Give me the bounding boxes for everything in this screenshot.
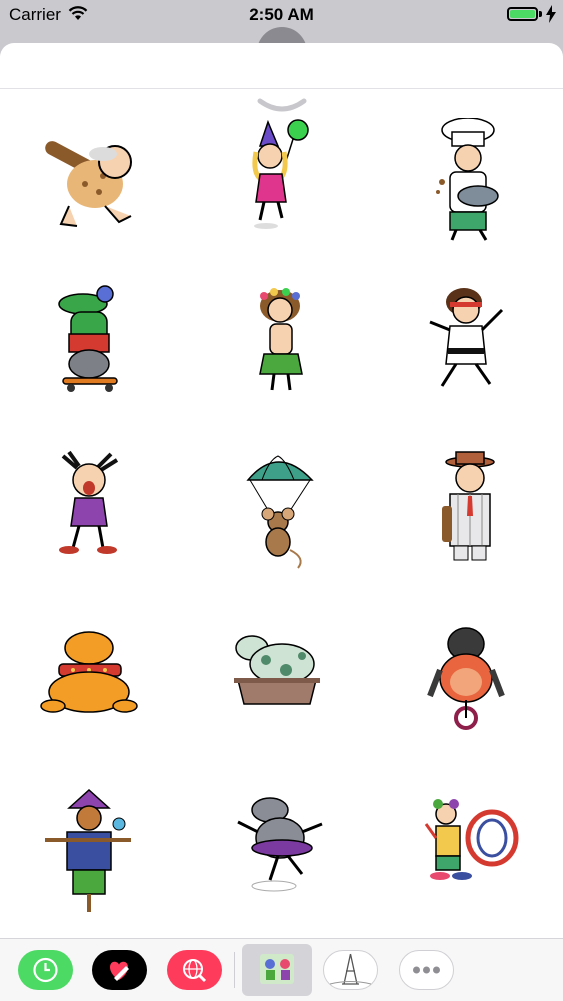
battery-icon <box>507 7 538 21</box>
heart-hand-icon <box>110 961 129 981</box>
sticker-dog-in-pot[interactable] <box>222 622 342 752</box>
sticker-crocodile-skateboard[interactable] <box>33 282 153 412</box>
sticker-pack-icon <box>260 954 294 984</box>
app-images-search-button[interactable] <box>167 950 222 990</box>
app-drawer-separator <box>234 952 235 988</box>
clock-time: 2:50 AM <box>249 5 314 24</box>
app-digital-touch-button[interactable] <box>92 950 147 990</box>
globe-search-icon <box>183 959 207 983</box>
charging-bolt-icon <box>546 5 556 23</box>
sticker-screaming-girl[interactable] <box>33 450 153 580</box>
clock-icon <box>33 957 58 983</box>
eiffel-tower-icon <box>329 953 372 985</box>
sticker-parachute-mouse[interactable] <box>222 450 342 580</box>
battery-tip <box>539 11 542 17</box>
app-recents-button[interactable] <box>18 950 73 990</box>
sticker-party-girl-balloon[interactable] <box>222 118 342 248</box>
sticker-ballerina-hippo[interactable] <box>222 788 342 918</box>
status-bar: Carrier 2:50 AM <box>0 0 563 30</box>
sticker-bulldog[interactable] <box>33 622 153 752</box>
chevron-down-icon[interactable] <box>256 97 308 115</box>
sticker-drummer-clown[interactable] <box>410 788 530 918</box>
sticker-karate-man[interactable] <box>410 282 530 412</box>
app-more-button[interactable] <box>399 950 454 990</box>
app-paris-stickers-button[interactable] <box>323 950 378 990</box>
sticker-gangster[interactable] <box>410 450 530 580</box>
sticker-scarecrow[interactable] <box>33 788 153 918</box>
sticker-hula-girl[interactable] <box>222 282 342 412</box>
app-cartoon-stickers-button[interactable] <box>242 944 312 996</box>
more-icon <box>413 966 440 974</box>
sheet-divider <box>0 88 563 89</box>
sticker-gorilla-unicycle[interactable] <box>410 622 530 752</box>
sticker-chef[interactable] <box>410 117 530 248</box>
sticker-caveman[interactable] <box>33 118 153 248</box>
